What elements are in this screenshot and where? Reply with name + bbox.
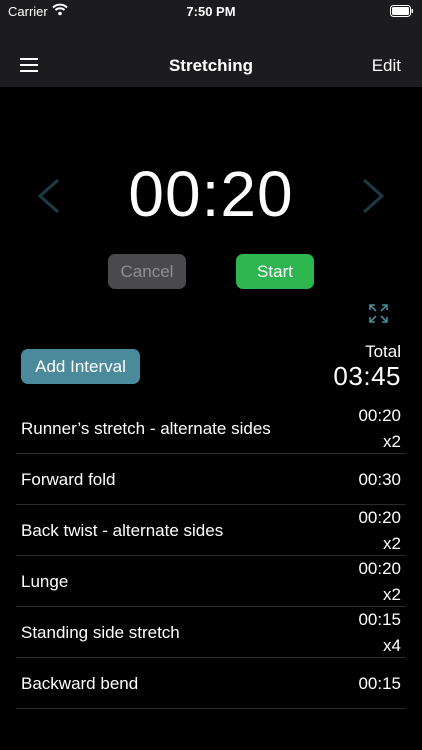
interval-duration: 00:15 [358,610,401,629]
interval-name: Back twist - alternate sides [21,521,224,540]
interval-duration: 00:20 [358,406,401,425]
add-interval-button[interactable]: Add Interval [21,349,140,384]
interval-name: Backward bend [21,674,139,693]
interval-row[interactable]: Forward fold 00:30 [16,454,406,505]
start-button[interactable]: Start [236,254,314,289]
interval-reps: x2 [383,534,401,553]
status-bar: Carrier 7:50 PM [0,0,422,24]
expand-icon[interactable] [369,304,388,323]
interval-row[interactable]: Back twist - alternate sides 00:20 x2 [16,505,406,556]
cancel-button[interactable]: Cancel [108,254,186,289]
edit-button[interactable]: Edit [372,56,401,76]
interval-duration: 00:20 [358,559,401,578]
chevron-right-icon[interactable] [358,178,388,214]
interval-duration: 00:20 [358,508,401,527]
interval-row[interactable]: Lunge 00:20 x2 [16,556,406,607]
interval-row[interactable]: Backward bend 00:15 [16,658,406,709]
interval-name: Lunge [21,572,69,591]
status-time: 7:50 PM [186,4,236,19]
screen: Carrier 7:50 PM Stretching Edit 00:20 Ca… [0,0,422,750]
interval-reps: x2 [383,432,401,451]
interval-duration: 00:30 [358,470,401,489]
interval-name: Runner’s stretch - alternate sides [21,419,271,438]
interval-row[interactable]: Standing side stretch 00:15 x4 [16,607,406,658]
total-value: 03:45 [333,361,401,391]
navigation-bar: Stretching Edit [0,24,422,87]
page-title: Stretching [168,56,254,75]
interval-name: Forward fold [21,470,116,489]
interval-reps: x2 [383,585,401,604]
interval-name: Standing side stretch [21,623,180,642]
total-label: Total [365,342,401,361]
interval-duration: 00:15 [358,674,401,693]
interval-reps: x4 [383,636,401,655]
interval-row[interactable]: Runner’s stretch - alternate sides 00:20… [16,403,406,454]
interval-list: Runner’s stretch - alternate sides 00:20… [0,403,422,709]
battery-icon [390,5,414,20]
